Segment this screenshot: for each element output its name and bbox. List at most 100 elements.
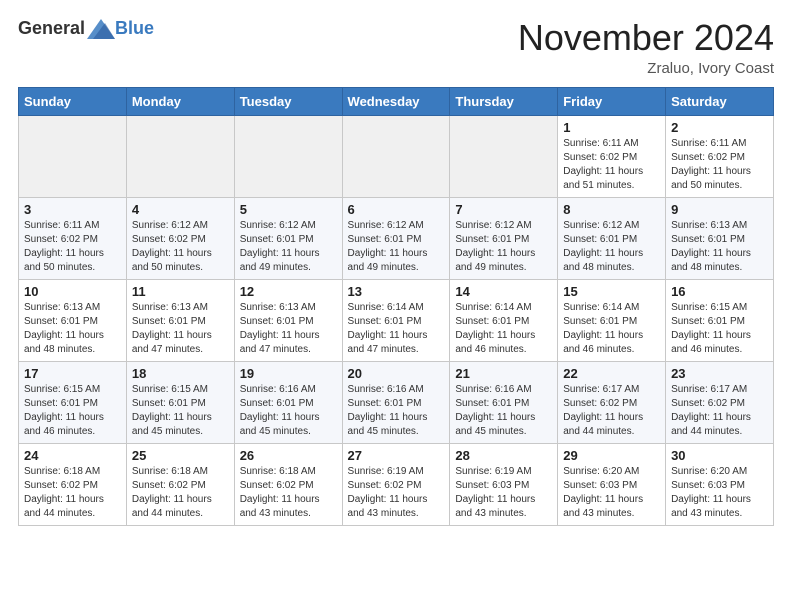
calendar-cell: 28 Sunrise: 6:19 AMSunset: 6:03 PMDayligh… xyxy=(450,443,558,525)
day-number: 8 xyxy=(563,202,660,217)
calendar-row: 17 Sunrise: 6:15 AMSunset: 6:01 PMDayligh… xyxy=(19,361,774,443)
title-block: November 2024 Zraluo, Ivory Coast xyxy=(518,18,774,77)
logo-text: General Blue xyxy=(18,18,154,39)
day-number: 9 xyxy=(671,202,768,217)
calendar-row: 3 Sunrise: 6:11 AMSunset: 6:02 PMDaylight… xyxy=(19,197,774,279)
day-number: 21 xyxy=(455,366,552,381)
logo-blue: Blue xyxy=(115,18,154,39)
day-info: Sunrise: 6:16 AMSunset: 6:01 PMDaylight:… xyxy=(455,383,552,439)
calendar-cell: 8 Sunrise: 6:12 AMSunset: 6:01 PMDaylight… xyxy=(558,197,666,279)
day-number: 17 xyxy=(24,366,121,381)
day-number: 30 xyxy=(671,448,768,463)
calendar: SundayMondayTuesdayWednesdayThursdayFrid… xyxy=(18,87,774,526)
day-number: 2 xyxy=(671,120,768,135)
header: General Blue November 2024 Zraluo, Ivory… xyxy=(18,18,774,77)
calendar-cell xyxy=(19,115,127,197)
weekday-header: Monday xyxy=(126,87,234,115)
day-number: 26 xyxy=(240,448,337,463)
calendar-cell: 3 Sunrise: 6:11 AMSunset: 6:02 PMDaylight… xyxy=(19,197,127,279)
weekday-header: Saturday xyxy=(666,87,774,115)
calendar-cell: 30 Sunrise: 6:20 AMSunset: 6:03 PMDayligh… xyxy=(666,443,774,525)
day-number: 12 xyxy=(240,284,337,299)
logo-icon xyxy=(87,19,115,39)
day-number: 14 xyxy=(455,284,552,299)
calendar-cell: 17 Sunrise: 6:15 AMSunset: 6:01 PMDayligh… xyxy=(19,361,127,443)
day-number: 20 xyxy=(348,366,445,381)
day-info: Sunrise: 6:18 AMSunset: 6:02 PMDaylight:… xyxy=(132,465,229,521)
calendar-cell: 21 Sunrise: 6:16 AMSunset: 6:01 PMDayligh… xyxy=(450,361,558,443)
calendar-cell: 7 Sunrise: 6:12 AMSunset: 6:01 PMDaylight… xyxy=(450,197,558,279)
calendar-cell: 29 Sunrise: 6:20 AMSunset: 6:03 PMDayligh… xyxy=(558,443,666,525)
calendar-cell: 27 Sunrise: 6:19 AMSunset: 6:02 PMDayligh… xyxy=(342,443,450,525)
day-info: Sunrise: 6:20 AMSunset: 6:03 PMDaylight:… xyxy=(563,465,660,521)
month-title: November 2024 xyxy=(518,18,774,58)
day-number: 28 xyxy=(455,448,552,463)
day-number: 4 xyxy=(132,202,229,217)
day-info: Sunrise: 6:16 AMSunset: 6:01 PMDaylight:… xyxy=(348,383,445,439)
calendar-cell xyxy=(234,115,342,197)
page: General Blue November 2024 Zraluo, Ivory… xyxy=(0,0,792,544)
day-info: Sunrise: 6:17 AMSunset: 6:02 PMDaylight:… xyxy=(563,383,660,439)
day-number: 15 xyxy=(563,284,660,299)
day-number: 10 xyxy=(24,284,121,299)
day-number: 7 xyxy=(455,202,552,217)
calendar-cell: 1Sunrise: 6:11 AMSunset: 6:02 PMDaylight… xyxy=(558,115,666,197)
day-info: Sunrise: 6:12 AMSunset: 6:01 PMDaylight:… xyxy=(348,219,445,275)
weekday-header: Sunday xyxy=(19,87,127,115)
day-number: 29 xyxy=(563,448,660,463)
day-info: Sunrise: 6:14 AMSunset: 6:01 PMDaylight:… xyxy=(348,301,445,357)
day-number: 5 xyxy=(240,202,337,217)
day-number: 6 xyxy=(348,202,445,217)
calendar-cell: 2Sunrise: 6:11 AMSunset: 6:02 PMDaylight… xyxy=(666,115,774,197)
calendar-header-row: SundayMondayTuesdayWednesdayThursdayFrid… xyxy=(19,87,774,115)
location: Zraluo, Ivory Coast xyxy=(518,60,774,77)
day-info: Sunrise: 6:11 AMSunset: 6:02 PMDaylight:… xyxy=(24,219,121,275)
day-number: 16 xyxy=(671,284,768,299)
day-info: Sunrise: 6:19 AMSunset: 6:03 PMDaylight:… xyxy=(455,465,552,521)
calendar-cell: 15 Sunrise: 6:14 AMSunset: 6:01 PMDayligh… xyxy=(558,279,666,361)
day-number: 1 xyxy=(563,120,660,135)
day-info: Sunrise: 6:18 AMSunset: 6:02 PMDaylight:… xyxy=(24,465,121,521)
weekday-header: Thursday xyxy=(450,87,558,115)
calendar-cell: 19 Sunrise: 6:16 AMSunset: 6:01 PMDayligh… xyxy=(234,361,342,443)
day-number: 3 xyxy=(24,202,121,217)
calendar-cell: 24 Sunrise: 6:18 AMSunset: 6:02 PMDayligh… xyxy=(19,443,127,525)
day-info: Sunrise: 6:17 AMSunset: 6:02 PMDaylight:… xyxy=(671,383,768,439)
calendar-cell: 13 Sunrise: 6:14 AMSunset: 6:01 PMDayligh… xyxy=(342,279,450,361)
calendar-body: 1 Sunrise: 6:11 AMSunset: 6:02 PMDaylight… xyxy=(19,115,774,525)
day-info: Sunrise: 6:15 AMSunset: 6:01 PMDaylight:… xyxy=(132,383,229,439)
weekday-header: Wednesday xyxy=(342,87,450,115)
day-info: Sunrise: 6:15 AMSunset: 6:01 PMDaylight:… xyxy=(24,383,121,439)
day-info: Sunrise: 6:13 AMSunset: 6:01 PMDaylight:… xyxy=(671,219,768,275)
day-number: 18 xyxy=(132,366,229,381)
calendar-row: 24 Sunrise: 6:18 AMSunset: 6:02 PMDayligh… xyxy=(19,443,774,525)
calendar-cell: 9 Sunrise: 6:13 AMSunset: 6:01 PMDaylight… xyxy=(666,197,774,279)
day-info: Sunrise: 6:12 AMSunset: 6:01 PMDaylight:… xyxy=(240,219,337,275)
day-number: 11 xyxy=(132,284,229,299)
day-number: 19 xyxy=(240,366,337,381)
day-number: 27 xyxy=(348,448,445,463)
day-info: Sunrise: 6:20 AMSunset: 6:03 PMDaylight:… xyxy=(671,465,768,521)
day-number: 13 xyxy=(348,284,445,299)
day-number: 25 xyxy=(132,448,229,463)
day-info: Sunrise: 6:19 AMSunset: 6:02 PMDaylight:… xyxy=(348,465,445,521)
day-info: Sunrise: 6:12 AMSunset: 6:02 PMDaylight:… xyxy=(132,219,229,275)
day-info: Sunrise: 6:15 AMSunset: 6:01 PMDaylight:… xyxy=(671,301,768,357)
calendar-cell: 11 Sunrise: 6:13 AMSunset: 6:01 PMDayligh… xyxy=(126,279,234,361)
day-info: Sunrise: 6:12 AMSunset: 6:01 PMDaylight:… xyxy=(455,219,552,275)
day-info: Sunrise: 6:12 AMSunset: 6:01 PMDaylight:… xyxy=(563,219,660,275)
calendar-cell: 23 Sunrise: 6:17 AMSunset: 6:02 PMDayligh… xyxy=(666,361,774,443)
day-info: Sunrise: 6:13 AMSunset: 6:01 PMDaylight:… xyxy=(132,301,229,357)
logo: General Blue xyxy=(18,18,154,39)
day-number: 24 xyxy=(24,448,121,463)
calendar-cell: 22Sunrise: 6:17 AMSunset: 6:02 PMDayligh… xyxy=(558,361,666,443)
calendar-cell: 4 Sunrise: 6:12 AMSunset: 6:02 PMDaylight… xyxy=(126,197,234,279)
calendar-cell: 18 Sunrise: 6:15 AMSunset: 6:01 PMDayligh… xyxy=(126,361,234,443)
calendar-cell: 5 Sunrise: 6:12 AMSunset: 6:01 PMDaylight… xyxy=(234,197,342,279)
calendar-row: 1Sunrise: 6:11 AMSunset: 6:02 PMDaylight… xyxy=(19,115,774,197)
day-info: Sunrise: 6:14 AMSunset: 6:01 PMDaylight:… xyxy=(563,301,660,357)
day-number: 23 xyxy=(671,366,768,381)
calendar-cell: 6 Sunrise: 6:12 AMSunset: 6:01 PMDaylight… xyxy=(342,197,450,279)
day-info: Sunrise: 6:16 AMSunset: 6:01 PMDaylight:… xyxy=(240,383,337,439)
day-info: Sunrise: 6:13 AMSunset: 6:01 PMDaylight:… xyxy=(240,301,337,357)
